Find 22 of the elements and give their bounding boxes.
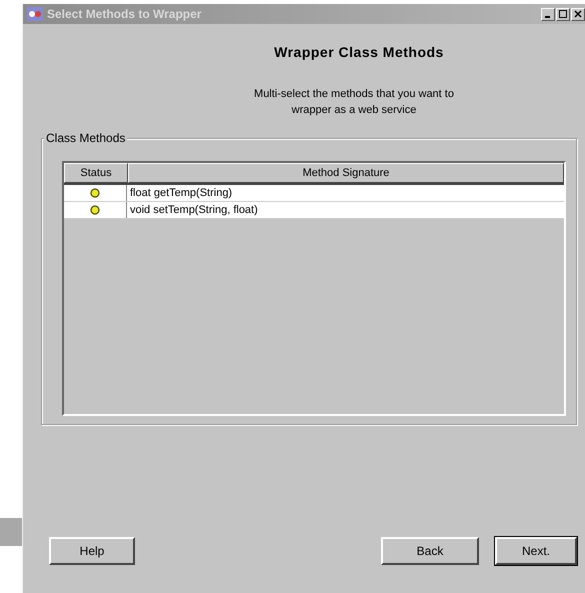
status-dot-icon bbox=[90, 188, 100, 198]
maximize-button[interactable] bbox=[556, 8, 570, 20]
table-row[interactable]: void setTemp(String, float) bbox=[64, 202, 564, 219]
app-icon bbox=[27, 7, 43, 21]
close-button[interactable] bbox=[571, 8, 585, 20]
minimize-button[interactable] bbox=[541, 8, 555, 20]
close-icon bbox=[574, 10, 582, 18]
maximize-icon bbox=[559, 10, 567, 18]
wizard-button[interactable]: Next. bbox=[495, 537, 577, 565]
table-cell-text: void setTemp(String, float) bbox=[129, 203, 259, 218]
instruction-text: wrapper as a web service bbox=[292, 103, 416, 118]
table-cell-text: float getTemp(String) bbox=[129, 186, 234, 201]
group-title: Class Methods bbox=[44, 131, 128, 145]
column-header[interactable]: Status bbox=[64, 163, 128, 183]
help-button[interactable]: Help bbox=[49, 537, 135, 565]
instruction-text: Multi-select the methods that you want to bbox=[254, 87, 454, 102]
window-title: Select Methods to Wrapper bbox=[47, 7, 202, 21]
wizard-button[interactable]: Back bbox=[381, 537, 479, 565]
table-row[interactable]: float getTemp(String) bbox=[64, 185, 564, 202]
dialog-heading: Wrapper Class Methods bbox=[273, 44, 445, 60]
column-header[interactable]: Method Signature bbox=[128, 163, 564, 183]
status-dot-icon bbox=[90, 205, 100, 215]
